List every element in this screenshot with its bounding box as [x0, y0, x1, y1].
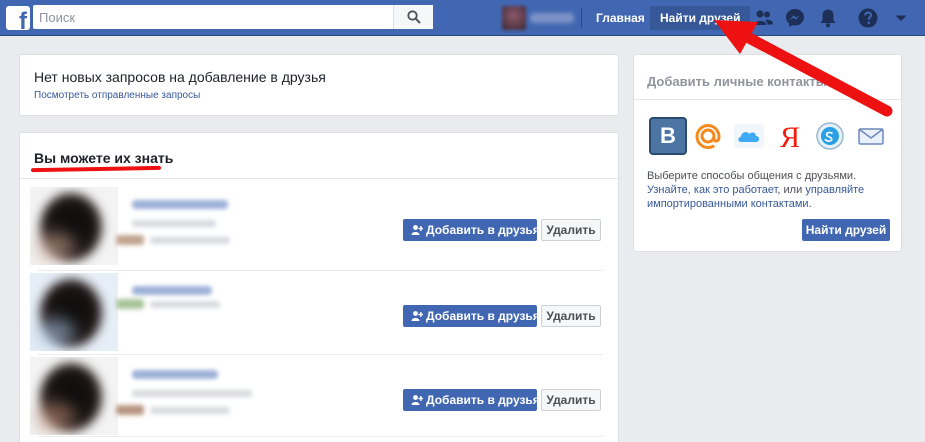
- nav-find-friends-link[interactable]: Найти друзей: [650, 6, 751, 30]
- no-requests-heading: Нет новых запросов на добавление в друзь…: [34, 69, 326, 85]
- friend-requests-card: Нет новых запросов на добавление в друзь…: [19, 54, 619, 116]
- facebook-logo-icon[interactable]: f: [6, 6, 30, 30]
- delete-suggestion-button[interactable]: Удалить: [541, 389, 601, 411]
- pymk-heading: Вы можете их знать: [34, 150, 174, 166]
- add-friend-icon: [411, 225, 423, 235]
- divider: [20, 178, 620, 179]
- mutual-friend-thumb-blurred: [116, 235, 144, 245]
- messenger-icon[interactable]: [784, 7, 806, 29]
- mutual-friend-thumb-blurred: [116, 299, 144, 309]
- add-friend-label: Добавить в друзья: [426, 393, 540, 407]
- person-row: Добавить в друзья Удалить: [20, 355, 620, 441]
- person-name-blurred[interactable]: [132, 370, 218, 379]
- person-name-blurred[interactable]: [132, 286, 212, 295]
- add-friend-label: Добавить в друзья: [426, 223, 540, 237]
- add-friend-button[interactable]: Добавить в друзья: [403, 219, 540, 241]
- nav-divider: [581, 8, 582, 28]
- yandex-icon[interactable]: Я: [772, 118, 808, 154]
- add-contacts-card: Добавить личные контакты В Я Выберите сп…: [633, 54, 903, 252]
- person-row: Добавить в друзья Удалить: [20, 185, 620, 271]
- contacts-or-text: , или: [777, 184, 803, 196]
- red-underline-annotation: [30, 165, 162, 173]
- icloud-icon[interactable]: [731, 118, 767, 154]
- mutual-friends-text-blurred: [150, 301, 220, 308]
- delete-suggestion-button[interactable]: Удалить: [541, 305, 601, 327]
- row-divider: [38, 436, 603, 437]
- person-row: Добавить в друзья Удалить: [20, 271, 620, 357]
- person-photo[interactable]: [30, 357, 118, 435]
- search-box: [33, 5, 433, 29]
- top-navigation-bar: f Главная Найти друзей: [0, 0, 925, 36]
- add-friend-icon: [411, 311, 423, 321]
- add-friend-button[interactable]: Добавить в друзья: [403, 305, 540, 327]
- add-friend-button[interactable]: Добавить в друзья: [403, 389, 540, 411]
- add-friend-label: Добавить в друзья: [426, 309, 540, 323]
- people-you-may-know-card: Вы можете их знать Добавить в друзья Уда…: [19, 132, 620, 442]
- search-icon: [407, 10, 421, 24]
- contacts-description: Выберите способы общения с друзьями. Узн…: [647, 170, 865, 210]
- how-it-works-link[interactable]: Узнайте, как это работает: [647, 184, 777, 196]
- divider: [634, 99, 903, 100]
- view-sent-requests-link[interactable]: Посмотреть отправленные запросы: [34, 90, 200, 101]
- contacts-intro-text: Выберите способы общения с друзьями.: [647, 170, 857, 182]
- friend-requests-icon[interactable]: [752, 7, 774, 29]
- email-icon[interactable]: [853, 118, 889, 154]
- svg-text:Я: Я: [780, 121, 800, 154]
- person-photo[interactable]: [30, 273, 118, 351]
- mutual-friends-text-blurred: [150, 237, 230, 244]
- find-friends-button[interactable]: Найти друзей: [802, 219, 890, 241]
- person-info-blurred: [132, 220, 216, 227]
- search-button[interactable]: [393, 5, 433, 29]
- search-input[interactable]: [33, 5, 393, 29]
- mutual-friends-text-blurred: [150, 407, 230, 414]
- profile-name-blurred: [530, 13, 574, 23]
- help-icon[interactable]: [857, 7, 879, 29]
- add-friend-icon: [411, 395, 423, 405]
- person-info-blurred: [132, 390, 252, 397]
- person-name-blurred[interactable]: [132, 200, 228, 209]
- vk-icon[interactable]: В: [649, 117, 687, 155]
- notifications-icon[interactable]: [817, 7, 839, 29]
- add-contacts-heading: Добавить личные контакты: [647, 74, 827, 89]
- avatar: [502, 6, 526, 30]
- nav-home-link[interactable]: Главная: [586, 6, 655, 30]
- skype-icon[interactable]: [812, 118, 848, 154]
- delete-suggestion-button[interactable]: Удалить: [541, 219, 601, 241]
- person-photo[interactable]: [30, 187, 118, 265]
- mail-ru-icon[interactable]: [690, 118, 726, 154]
- mutual-friend-thumb-blurred: [116, 405, 144, 415]
- dropdown-caret-icon[interactable]: [890, 7, 912, 29]
- profile-link[interactable]: [502, 6, 578, 30]
